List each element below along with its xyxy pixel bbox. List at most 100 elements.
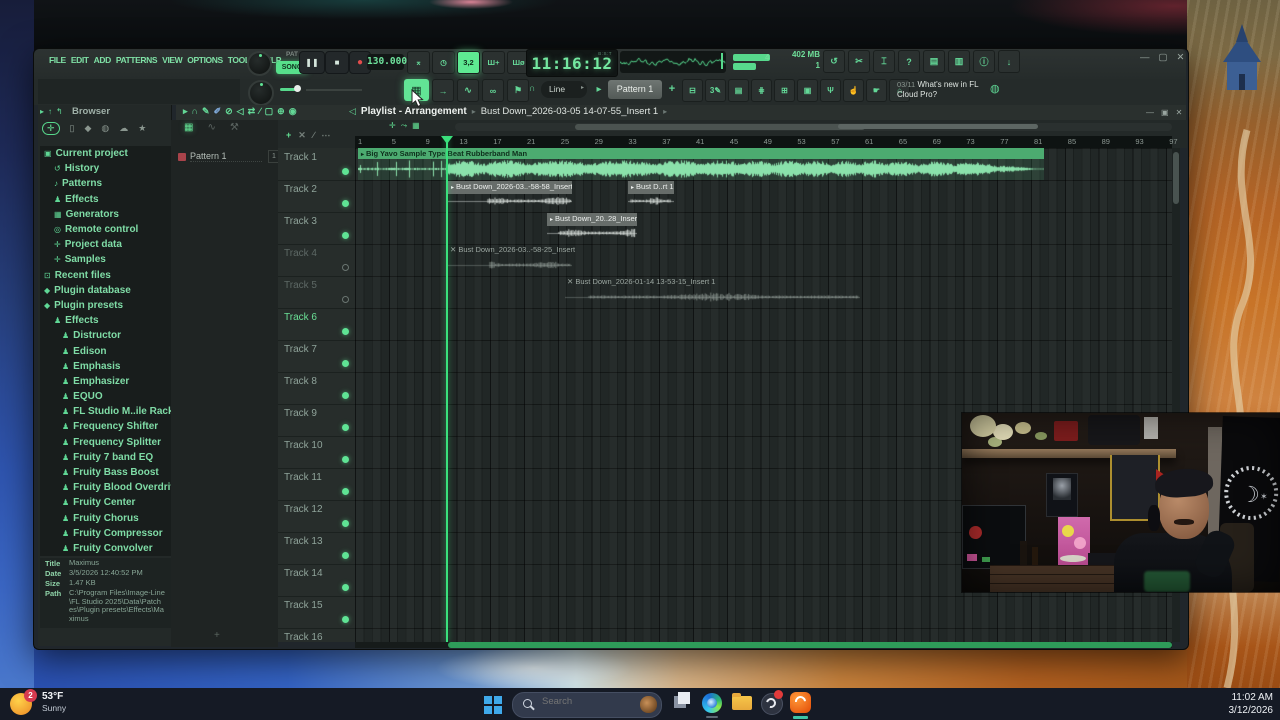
- track-header[interactable]: Track 3: [278, 212, 355, 245]
- recording-panel-icon[interactable]: ⊟: [682, 79, 703, 102]
- play-tool-icon[interactable]: ▸: [183, 106, 188, 117]
- piano-roll-icon[interactable]: 3✎: [705, 79, 726, 102]
- slice-tool-icon[interactable]: ∕: [259, 106, 261, 117]
- maximize-button[interactable]: ▢: [1159, 52, 1168, 63]
- menu-item-view[interactable]: VIEW: [162, 55, 183, 65]
- save-new-icon[interactable]: ▥: [948, 50, 970, 73]
- whats-new-banner[interactable]: 03/11 What's new in FL Cloud Pro?: [897, 80, 989, 100]
- track-mute-dot[interactable]: [342, 584, 349, 591]
- plugin-item[interactable]: ♟ Fruity Compressor: [40, 526, 171, 541]
- playlist-restore-button[interactable]: ▣: [1161, 108, 1169, 117]
- search-box[interactable]: [512, 692, 662, 718]
- automation-tab-icon[interactable]: ⚒: [230, 122, 239, 133]
- track-header[interactable]: Track 6: [278, 308, 355, 341]
- search-input[interactable]: [540, 695, 624, 708]
- select-tool-icon[interactable]: ▢: [265, 106, 274, 117]
- preview-tool-icon[interactable]: ◉: [289, 106, 297, 117]
- track-mute-dot[interactable]: [342, 520, 349, 527]
- close-button[interactable]: ✕: [1176, 52, 1184, 63]
- slide-icon[interactable]: ∿: [457, 79, 479, 102]
- browser-item-samples[interactable]: ✛ Samples: [40, 252, 171, 267]
- track-header[interactable]: Track 4: [278, 244, 355, 277]
- plugin-item[interactable]: ♟FL Studio M..ile Rack FX: [40, 404, 171, 419]
- fl-studio-taskbar-icon[interactable]: [790, 692, 811, 713]
- plugin-item[interactable]: ♟ Frequency Splitter: [40, 435, 171, 450]
- playlist-toggle-icon[interactable]: ▣: [797, 79, 818, 102]
- track-mute-dot[interactable]: [342, 232, 349, 239]
- audio-clip[interactable]: ▸ Bust Down_2026-03..-58-58_Insert 1: [448, 180, 572, 212]
- file-explorer-icon[interactable]: [732, 693, 752, 710]
- browser-play-icon[interactable]: ▸: [40, 107, 44, 116]
- browser-back-icon[interactable]: ↰: [56, 107, 63, 116]
- taskbar-clock[interactable]: 11:02 AM 3/12/2026: [1185, 691, 1274, 717]
- browser-item-plugin-presets[interactable]: ◆ Plugin presets: [40, 298, 171, 313]
- touch-keyboard-icon[interactable]: ☝: [843, 79, 864, 102]
- menu-item-file[interactable]: FILE: [49, 55, 66, 65]
- browser-item-effects[interactable]: ♟ Effects: [40, 313, 171, 328]
- browser-item-remote-control[interactable]: ◎ Remote control: [40, 222, 171, 237]
- track-mute-dot[interactable]: [342, 168, 349, 175]
- track-header[interactable]: Track 14: [278, 564, 355, 597]
- plugin-item[interactable]: ♟ EQUO: [40, 389, 171, 404]
- plugin-item[interactable]: ♟ Fruity Blood Overdrive: [40, 480, 171, 495]
- track-header[interactable]: Track 7: [278, 340, 355, 373]
- audio-tab-icon[interactable]: ∿: [207, 122, 215, 133]
- stop-button[interactable]: ■: [325, 51, 349, 74]
- about-icon[interactable]: ⓘ: [973, 50, 995, 73]
- main-volume-knob[interactable]: [247, 51, 272, 76]
- pattern-selector[interactable]: Pattern 1: [608, 80, 662, 99]
- mini-slider-knob[interactable]: [294, 85, 301, 92]
- draw-tool-icon[interactable]: ✎: [202, 106, 210, 117]
- browser-item-project-data[interactable]: ✛ Project data: [40, 237, 171, 252]
- pattern-list-item[interactable]: Pattern 1: [176, 151, 276, 164]
- browser-item-effects[interactable]: ♟ Effects: [40, 192, 171, 207]
- keys-icon[interactable]: ▦: [412, 121, 420, 131]
- browser-item-generators[interactable]: ▦ Generators: [40, 207, 171, 222]
- files-tab-icon[interactable]: ▯: [70, 123, 75, 134]
- browser-item-current-project[interactable]: ▣ Current project: [40, 146, 171, 161]
- plugin-item[interactable]: ♟ Fruity 7 band EQ: [40, 450, 171, 465]
- bottom-scrollbar[interactable]: [355, 642, 1172, 648]
- track-header[interactable]: Track 5: [278, 276, 355, 309]
- track-mute-dot[interactable]: [342, 296, 349, 303]
- follow-icon[interactable]: ⤳: [401, 121, 407, 131]
- track-header[interactable]: Track 8: [278, 372, 355, 405]
- magnet-icon[interactable]: ∩: [192, 106, 199, 117]
- track-header[interactable]: Track 10: [278, 436, 355, 469]
- audio-clip[interactable]: ▸ Bust D..rt 1: [628, 180, 674, 212]
- track-mute-dot[interactable]: [342, 360, 349, 367]
- plugin-item[interactable]: ♟ Fruity Center: [40, 495, 171, 510]
- plugins-tab-icon[interactable]: ◆: [85, 123, 92, 134]
- playhead-marker[interactable]: [441, 136, 453, 144]
- track-header[interactable]: Track 16: [278, 628, 355, 642]
- menu-item-edit[interactable]: EDIT: [71, 55, 89, 65]
- wait-input-icon[interactable]: ◷: [432, 51, 455, 74]
- cut-icon[interactable]: ✂: [848, 50, 870, 73]
- pause-button[interactable]: ❚❚: [299, 51, 325, 74]
- audio-clip[interactable]: ▸ Bust Down_20..28_Insert 1: [547, 212, 637, 244]
- countdown-icon[interactable]: 3,2: [457, 51, 480, 74]
- delete-track-icon[interactable]: ✕: [298, 130, 306, 141]
- mic-icon[interactable]: ⌶: [873, 50, 895, 73]
- content-tab-icon[interactable]: ◍: [101, 123, 109, 134]
- track-header[interactable]: Track 1: [278, 148, 355, 181]
- playlist-minimize-button[interactable]: —: [1146, 108, 1154, 117]
- audio-clip[interactable]: ▸ Big Yavo Sample Type Beat Rubberband Ma…: [358, 148, 1044, 180]
- playback-marker-button[interactable]: ▸: [591, 79, 607, 101]
- plugin-picker-icon[interactable]: Ψ: [820, 79, 841, 102]
- track-mute-dot[interactable]: [342, 264, 349, 271]
- search-highlight-thumbnail[interactable]: [640, 696, 657, 713]
- track-mute-dot[interactable]: [342, 200, 349, 207]
- patterns-tab-icon[interactable]: ▦: [184, 122, 193, 133]
- task-view-button[interactable]: [674, 692, 690, 708]
- export-icon[interactable]: ↓: [998, 50, 1020, 73]
- minimize-button[interactable]: —: [1140, 52, 1150, 63]
- track-header[interactable]: Track 9: [278, 404, 355, 437]
- track-mute-dot[interactable]: [342, 424, 349, 431]
- loop-record-icon[interactable]: Ш+: [482, 51, 505, 74]
- browser-item-recent-files[interactable]: ⊡ Recent files: [40, 268, 171, 283]
- horizontal-scrollbar[interactable]: [455, 123, 1172, 131]
- track-mute-dot[interactable]: [342, 392, 349, 399]
- undo-icon[interactable]: ↺: [823, 50, 845, 73]
- plugin-item[interactable]: ♟ Fruity Bass Boost: [40, 465, 171, 480]
